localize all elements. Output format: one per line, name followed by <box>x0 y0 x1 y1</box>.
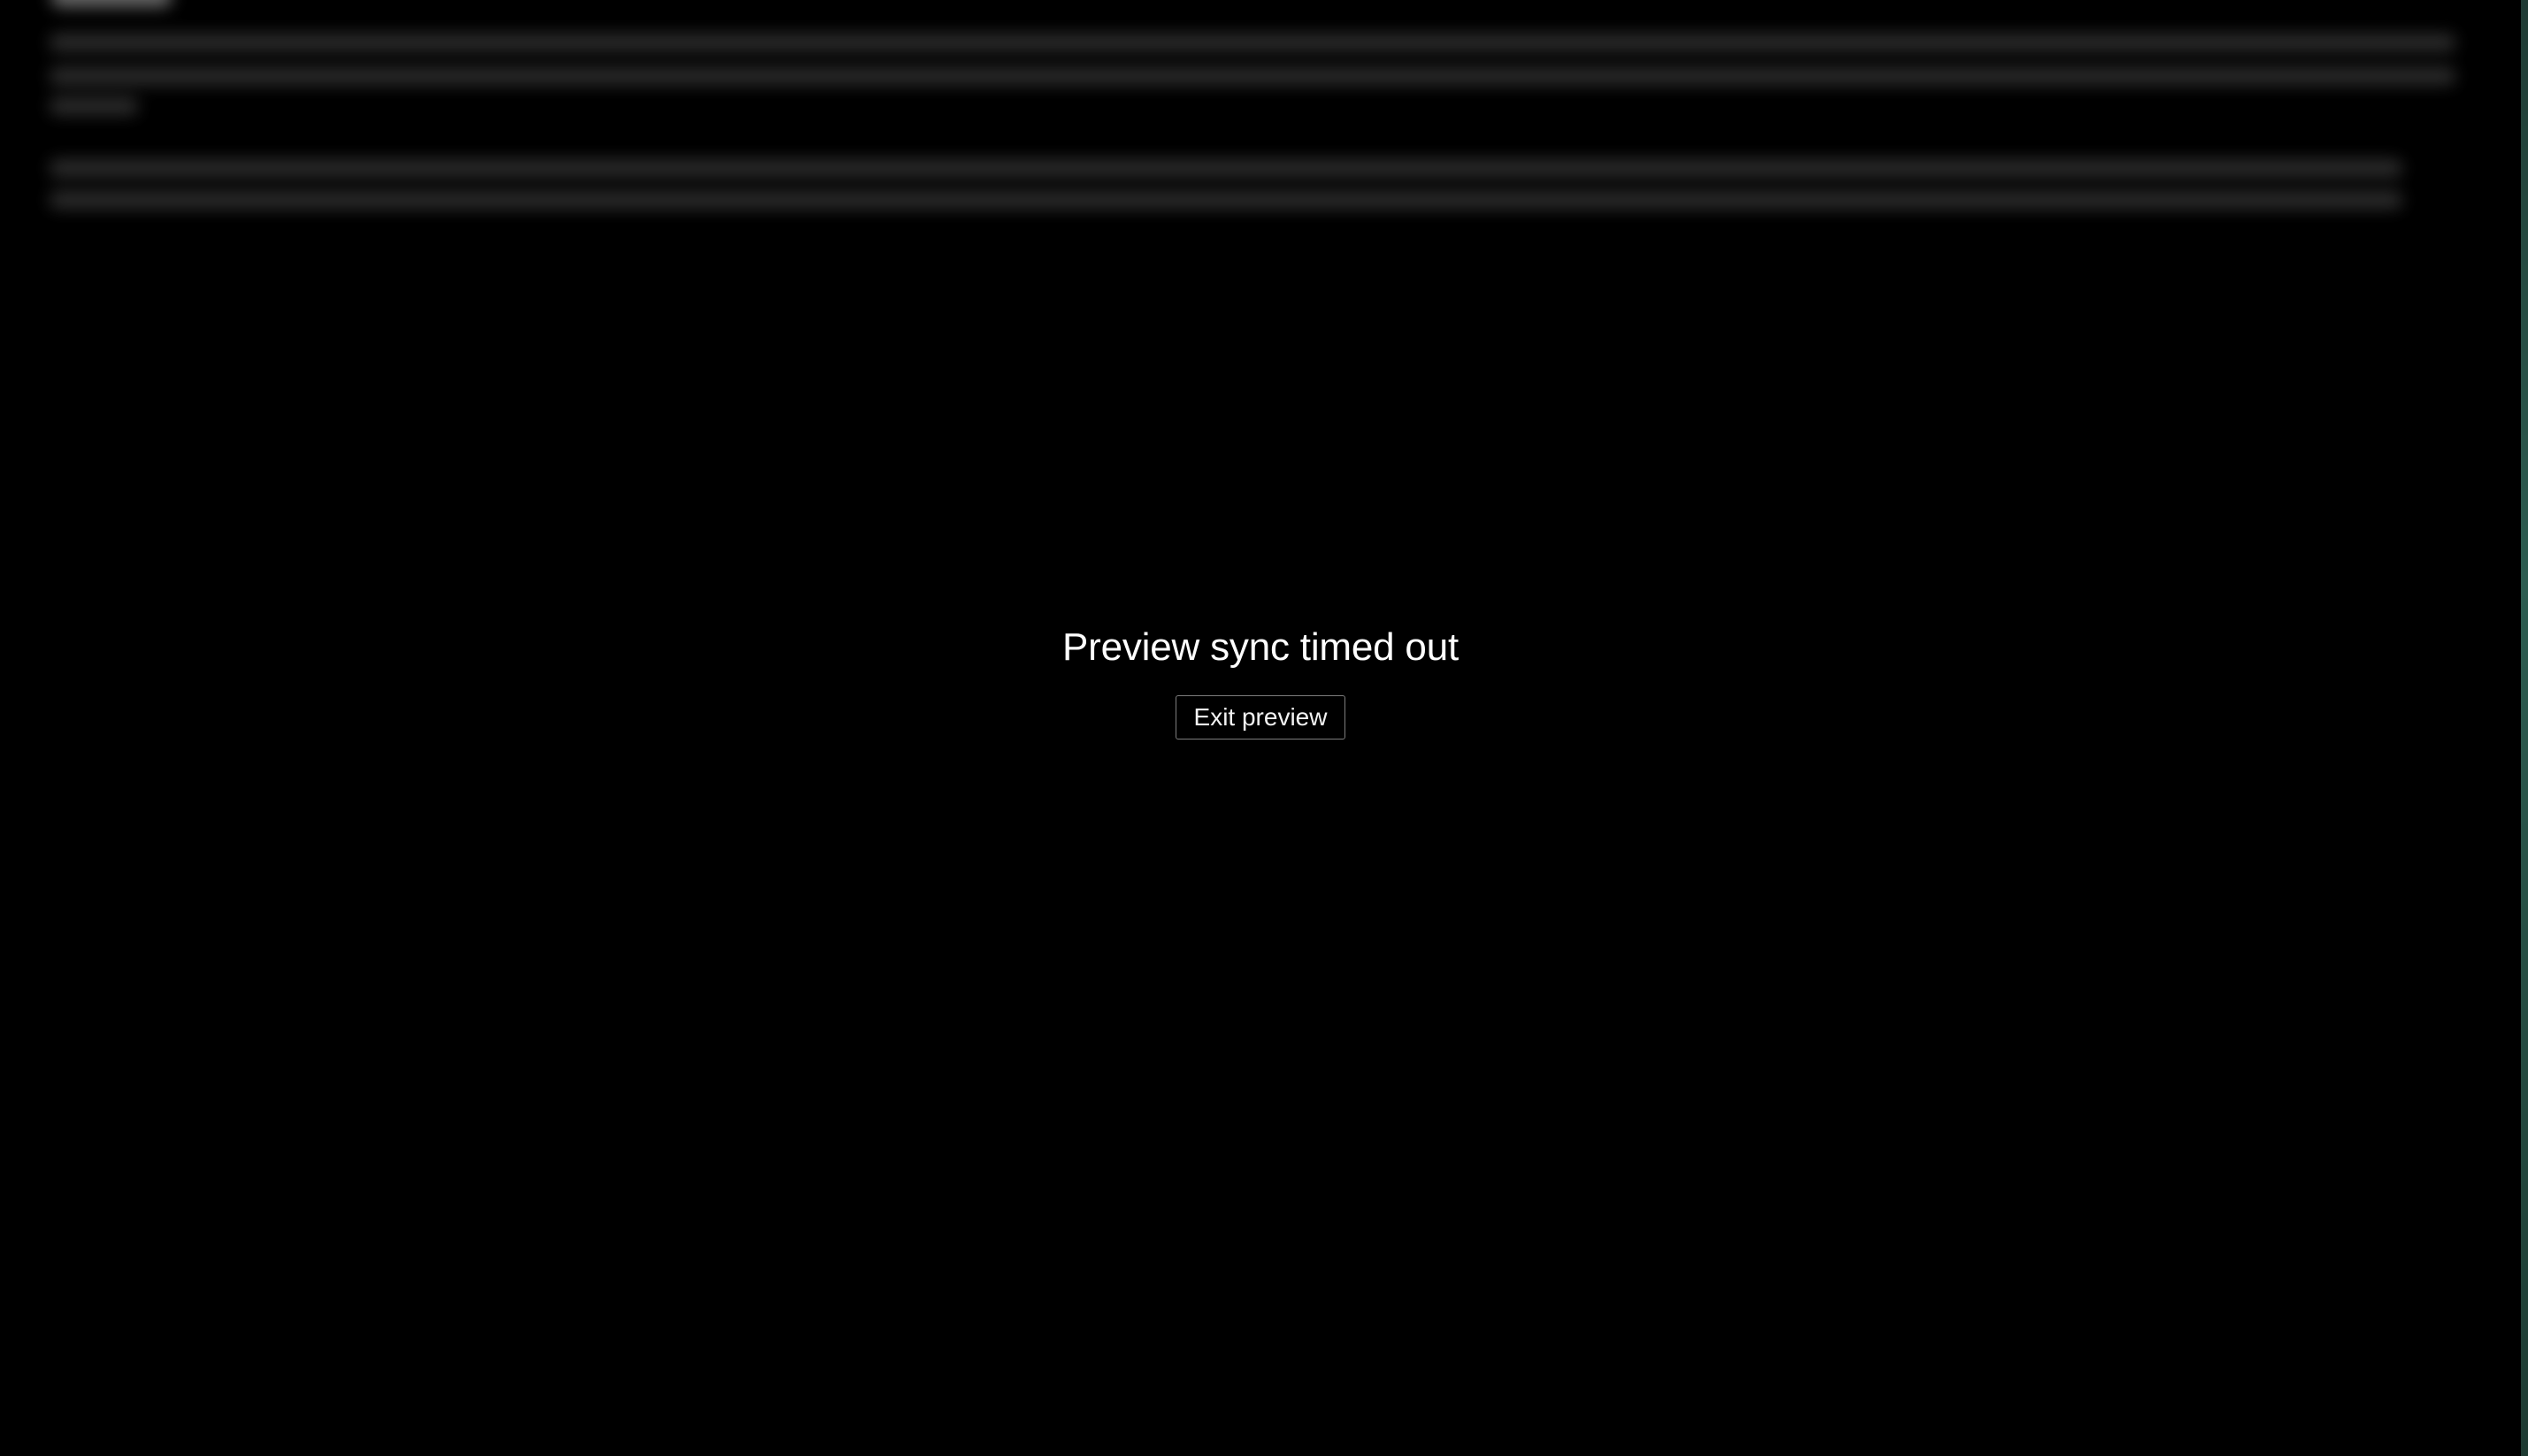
blurred-tab <box>51 0 172 7</box>
blurred-text-line <box>50 191 2402 209</box>
window-edge-strip <box>2521 0 2528 1456</box>
timeout-message-panel: Preview sync timed out Exit preview <box>0 623 2521 739</box>
preview-viewport: Preview sync timed out Exit preview <box>0 0 2528 1456</box>
blurred-text-line <box>50 159 2402 177</box>
blurred-text-line <box>50 97 138 115</box>
blurred-text-line <box>50 67 2455 85</box>
blurred-page-content <box>0 0 2521 265</box>
blurred-text-line <box>50 34 2455 51</box>
exit-preview-button[interactable]: Exit preview <box>1175 695 1346 739</box>
timeout-title: Preview sync timed out <box>1062 625 1459 669</box>
